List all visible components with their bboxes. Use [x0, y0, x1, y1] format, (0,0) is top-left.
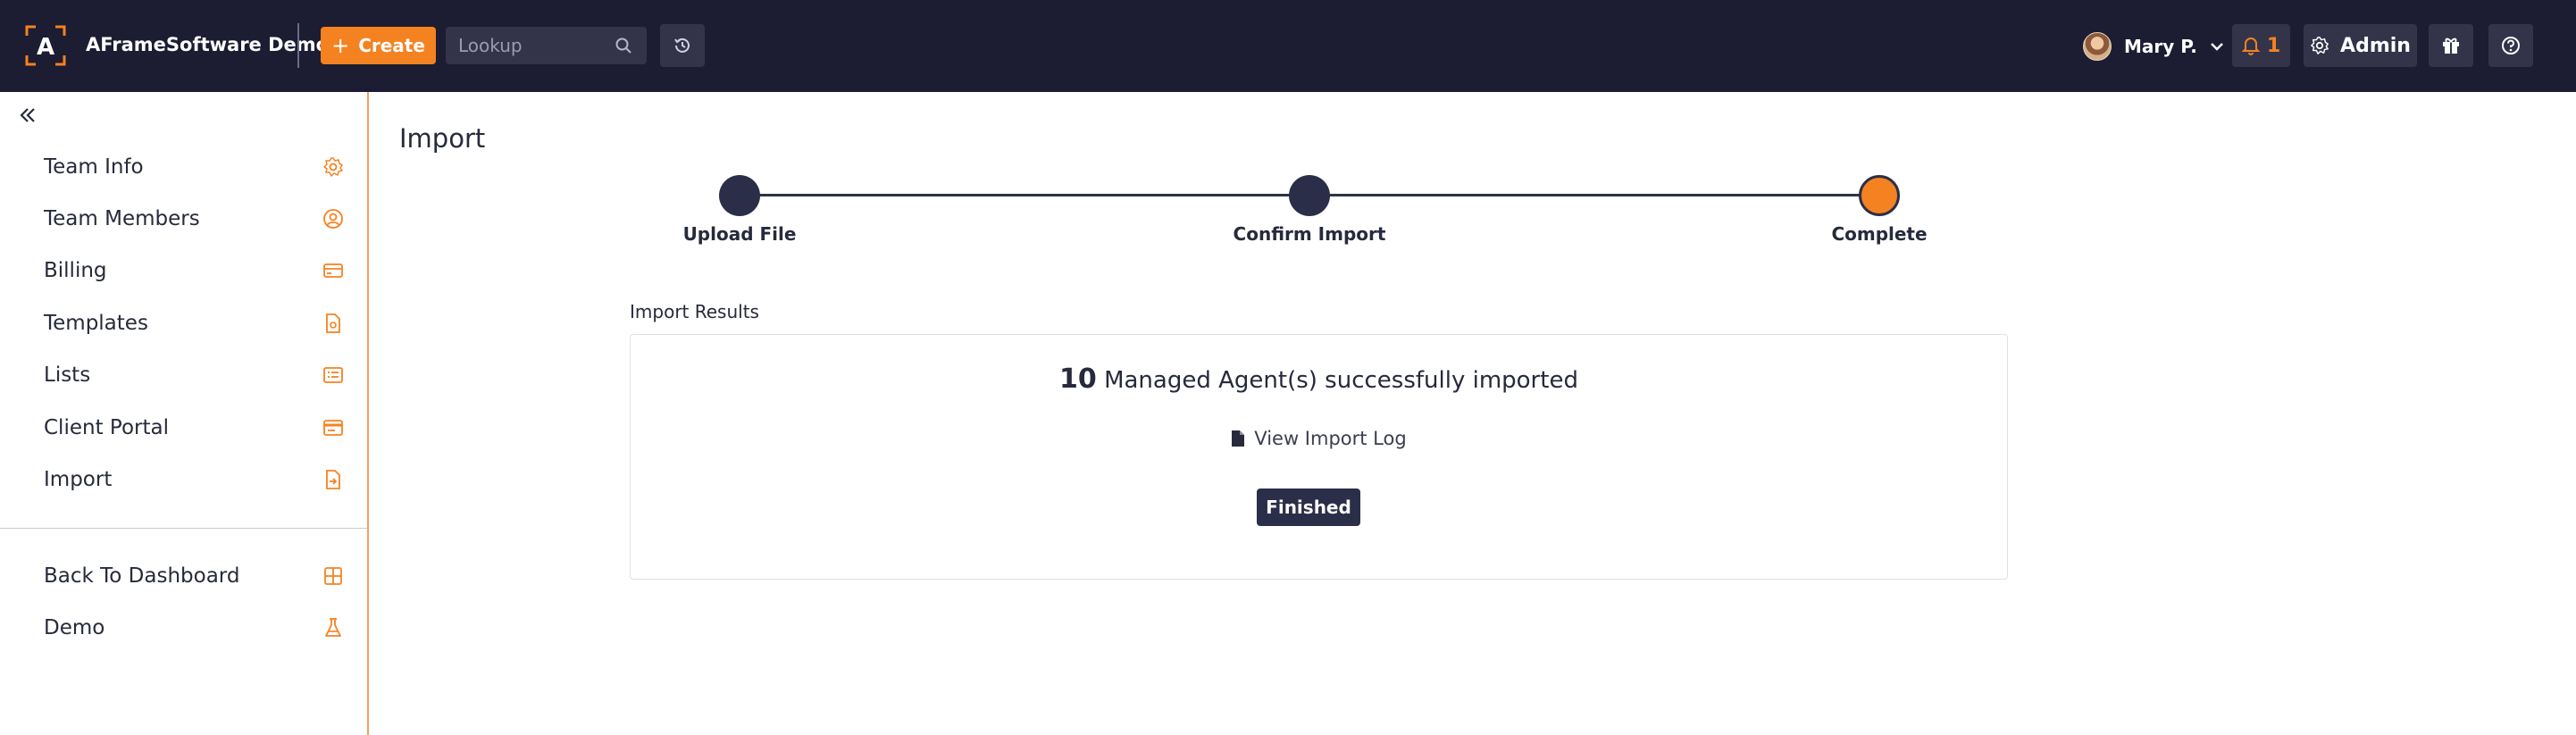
user-circle-icon — [323, 209, 343, 229]
document-icon — [326, 313, 340, 333]
sidebar-item-team-info[interactable]: Team Info — [44, 149, 344, 185]
search-icon[interactable] — [615, 37, 632, 54]
view-import-log-label: View Import Log — [1254, 428, 1407, 449]
gift-icon — [2443, 38, 2459, 54]
sidebar-divider — [0, 528, 367, 529]
gear-icon — [2311, 37, 2329, 54]
collapse-sidebar-icon[interactable] — [18, 105, 38, 125]
sidebar-item-billing[interactable]: Billing — [44, 253, 344, 288]
user-name: Mary P. — [2124, 36, 2197, 57]
brand-name[interactable]: AFrameSoftware Demo — [86, 32, 329, 57]
browser-window-icon — [323, 420, 343, 436]
admin-button[interactable]: Admin — [2304, 24, 2417, 67]
grid-icon — [324, 567, 342, 585]
top-bar: A AFrameSoftware Demo + Create Mary P. — [0, 0, 2576, 92]
header-divider — [297, 23, 299, 68]
svg-text:A: A — [37, 34, 54, 61]
sidebar-item-label: Back To Dashboard — [44, 564, 240, 588]
step-confirm-import-dot — [1289, 175, 1330, 216]
plus-icon: + — [331, 33, 350, 58]
sidebar-item-label: Import — [44, 468, 113, 491]
history-icon — [674, 38, 690, 53]
flask-icon — [325, 618, 341, 637]
admin-label: Admin — [2340, 34, 2411, 57]
sidebar-item-back-to-dashboard[interactable]: Back To Dashboard — [44, 558, 344, 594]
help-icon — [2502, 37, 2520, 54]
notification-count: 1 — [2266, 34, 2281, 57]
step-connector — [1309, 194, 1860, 196]
bell-icon — [2241, 38, 2260, 55]
sidebar-item-label: Templates — [44, 312, 148, 335]
file-icon — [1232, 430, 1245, 447]
chevron-down-icon — [2210, 43, 2223, 51]
sidebar-item-label: Demo — [44, 616, 105, 639]
imported-message: Managed Agent(s) successfully imported — [1104, 367, 1578, 394]
step-upload-file-dot — [719, 175, 760, 216]
step-complete-dot — [1859, 175, 1900, 216]
create-label: Create — [358, 35, 425, 56]
sidebar-item-lists[interactable]: Lists — [44, 357, 344, 393]
import-summary: 10 Managed Agent(s) successfully importe… — [631, 363, 2007, 395]
sidebar-item-client-portal[interactable]: Client Portal — [44, 410, 344, 446]
avatar — [2083, 32, 2112, 61]
help-button[interactable] — [2488, 24, 2533, 67]
import-results-heading: Import Results — [630, 301, 759, 322]
step-label-complete: Complete — [1831, 223, 1928, 245]
sidebar-item-label: Team Info — [44, 155, 144, 179]
finished-button[interactable]: Finished — [1257, 489, 1360, 526]
gift-button[interactable] — [2429, 24, 2473, 67]
gear-icon — [323, 157, 343, 177]
import-results-panel: 10 Managed Agent(s) successfully importe… — [630, 334, 2008, 580]
step-connector — [740, 194, 1290, 196]
sidebar-item-label: Team Members — [44, 207, 200, 230]
user-menu[interactable]: Mary P. — [2083, 30, 2224, 63]
aframe-logo-icon[interactable]: A — [25, 25, 66, 66]
sidebar-item-team-members[interactable]: Team Members — [44, 201, 344, 237]
create-button[interactable]: + Create — [321, 27, 436, 64]
sidebar: Team Info Team Members Billing Templates… — [0, 92, 369, 735]
sidebar-item-demo[interactable]: Demo — [44, 610, 344, 646]
lookup-input[interactable] — [458, 27, 601, 64]
page-title: Import — [399, 123, 486, 154]
sidebar-item-templates[interactable]: Templates — [44, 305, 344, 341]
file-import-icon — [326, 470, 340, 489]
sidebar-item-label: Client Portal — [44, 416, 169, 439]
step-label-confirm-import: Confirm Import — [1233, 223, 1386, 245]
credit-card-icon — [323, 263, 343, 278]
imported-count: 10 — [1059, 363, 1097, 395]
import-stepper: Upload File Confirm Import Complete — [679, 170, 1947, 250]
lookup-box[interactable] — [446, 27, 647, 64]
sidebar-item-label: Lists — [44, 363, 91, 387]
sidebar-item-import[interactable]: Import — [44, 462, 344, 497]
history-button[interactable] — [660, 24, 705, 67]
notifications-button[interactable]: 1 — [2232, 24, 2290, 67]
view-import-log-link[interactable]: View Import Log — [631, 428, 2007, 449]
list-icon — [323, 367, 343, 383]
sidebar-item-label: Billing — [44, 259, 107, 282]
step-label-upload-file: Upload File — [682, 223, 797, 245]
